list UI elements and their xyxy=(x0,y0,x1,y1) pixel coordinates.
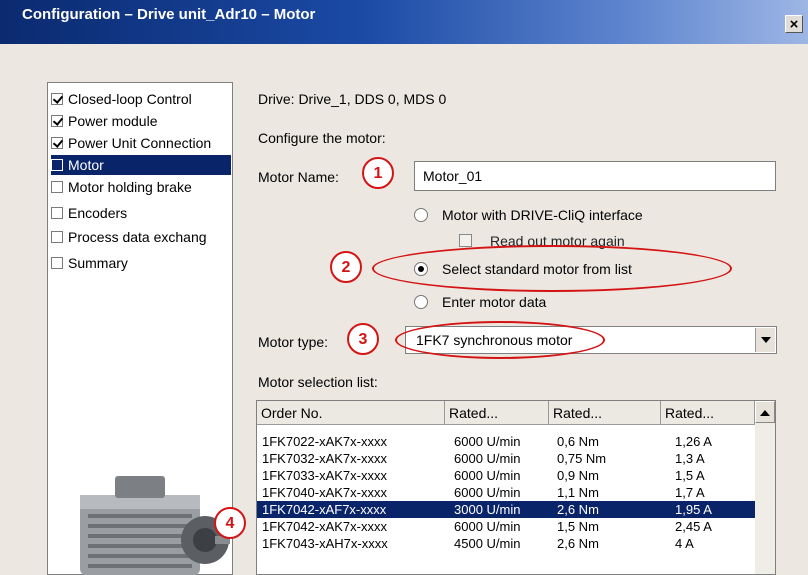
cell-torque: 1,5 Nm xyxy=(557,519,599,534)
close-button[interactable]: × xyxy=(785,15,803,33)
checkbox-icon xyxy=(51,257,63,269)
nav-item-power-module[interactable]: Power module xyxy=(51,111,231,131)
table-row-selected[interactable]: 1FK7042-xAF7x-xxxx 3000 U/min 2,6 Nm 1,95 A xyxy=(257,501,755,518)
chevron-down-icon[interactable] xyxy=(755,328,775,352)
nav-item-closed-loop-control[interactable]: Closed-loop Control xyxy=(51,89,231,109)
table-row[interactable]: 1FK7033-xAK7x-xxxx 6000 U/min 0,9 Nm 1,5 A xyxy=(257,467,755,484)
table-header: Order No. Rated... Rated... Rated... xyxy=(257,401,755,425)
cell-torque: 2,6 Nm xyxy=(557,536,599,551)
table-row[interactable]: 1FK7032-xAK7x-xxxx 6000 U/min 0,75 Nm 1,3 A xyxy=(257,450,755,467)
annotation-marker-2: 2 xyxy=(330,251,362,283)
cell-speed: 4500 U/min xyxy=(454,536,521,551)
radio-enter-motor-data-label: Enter motor data xyxy=(442,294,547,310)
cell-speed: 6000 U/min xyxy=(454,451,521,466)
cell-order-no: 1FK7042-xAK7x-xxxx xyxy=(262,519,387,534)
cell-order-no: 1FK7022-xAK7x-xxxx xyxy=(262,434,387,449)
nav-item-power-unit-connection[interactable]: Power Unit Connection xyxy=(51,133,231,153)
cell-torque: 0,9 Nm xyxy=(557,468,599,483)
cell-order-no: 1FK7032-xAK7x-xxxx xyxy=(262,451,387,466)
motor-selection-table[interactable]: Order No. Rated... Rated... Rated... 1FK… xyxy=(256,400,776,575)
cell-speed: 6000 U/min xyxy=(454,434,521,449)
cell-speed: 6000 U/min xyxy=(454,468,521,483)
drive-info: Drive: Drive_1, DDS 0, MDS 0 xyxy=(258,91,447,107)
annotation-marker-3: 3 xyxy=(347,323,379,355)
table-row[interactable]: 1FK7040-xAK7x-xxxx 6000 U/min 1,1 Nm 1,7 A xyxy=(257,484,755,501)
checkbox-icon xyxy=(51,93,63,105)
cell-current: 1,7 A xyxy=(675,485,705,500)
column-header-order-no[interactable]: Order No. xyxy=(257,401,445,425)
nav-item-summary[interactable]: Summary xyxy=(51,253,231,273)
table-row[interactable]: 1FK7022-xAK7x-xxxx 6000 U/min 0,6 Nm 1,26 A xyxy=(257,433,755,450)
annotation-marker-4: 4 xyxy=(214,507,246,539)
configure-label: Configure the motor: xyxy=(258,130,386,146)
radio-drivecliq-label: Motor with DRIVE-CliQ interface xyxy=(442,207,643,223)
cell-current: 4 A xyxy=(675,536,694,551)
checkbox-icon xyxy=(51,207,63,219)
column-header-rated-torque[interactable]: Rated... xyxy=(549,401,661,425)
annotation-marker-1: 1 xyxy=(362,157,394,189)
nav-item-label: Closed-loop Control xyxy=(68,91,192,107)
nav-item-label: Process data exchang xyxy=(68,229,207,245)
nav-item-label: Power Unit Connection xyxy=(68,135,212,151)
nav-item-label: Motor xyxy=(68,157,104,173)
selection-list-label: Motor selection list: xyxy=(258,374,378,390)
scroll-up-icon[interactable] xyxy=(755,401,775,423)
cell-torque: 0,6 Nm xyxy=(557,434,599,449)
column-header-rated-speed[interactable]: Rated... xyxy=(445,401,549,425)
motor-type-label: Motor type: xyxy=(258,334,329,350)
window-title: Configuration – Drive unit_Adr10 – Motor xyxy=(22,6,316,23)
motor-name-label: Motor Name: xyxy=(258,169,339,185)
cell-speed: 6000 U/min xyxy=(454,485,521,500)
cell-speed: 6000 U/min xyxy=(454,519,521,534)
motor-image xyxy=(80,476,230,575)
nav-item-label: Encoders xyxy=(68,205,128,221)
checkbox-icon xyxy=(51,137,63,149)
radio-enter-motor-data[interactable] xyxy=(414,295,428,309)
motor-name-input[interactable]: Motor_01 xyxy=(414,161,776,191)
cell-order-no: 1FK7043-xAH7x-xxxx xyxy=(262,536,388,551)
cell-speed: 3000 U/min xyxy=(454,502,521,517)
column-header-rated-current[interactable]: Rated... xyxy=(661,401,755,425)
nav-item-label: Power module xyxy=(68,113,158,129)
table-row[interactable]: 1FK7043-xAH7x-xxxx 4500 U/min 2,6 Nm 4 A xyxy=(257,535,755,552)
highlight-oval-standard-motor xyxy=(372,245,732,292)
nav-item-encoders[interactable]: Encoders xyxy=(51,203,231,223)
cell-order-no: 1FK7033-xAK7x-xxxx xyxy=(262,468,387,483)
cell-current: 2,45 A xyxy=(675,519,712,534)
highlight-oval-motor-type xyxy=(395,321,605,359)
cell-order-no: 1FK7040-xAK7x-xxxx xyxy=(262,485,387,500)
cell-torque: 2,6 Nm xyxy=(557,502,599,517)
table-row[interactable]: 1FK7042-xAK7x-xxxx 6000 U/min 1,5 Nm 2,45 A xyxy=(257,518,755,535)
checkbox-icon xyxy=(51,231,63,243)
cell-current: 1,3 A xyxy=(675,451,705,466)
cell-torque: 0,75 Nm xyxy=(557,451,607,466)
cell-current: 1,95 A xyxy=(675,502,712,517)
cell-current: 1,5 A xyxy=(675,468,705,483)
checkbox-icon xyxy=(51,159,63,171)
nav-item-motor[interactable]: Motor xyxy=(51,155,231,175)
nav-item-label: Motor holding brake xyxy=(68,179,192,195)
checkbox-icon xyxy=(51,181,63,193)
checkbox-icon xyxy=(51,115,63,127)
readout-checkbox xyxy=(459,234,472,247)
vertical-scrollbar[interactable] xyxy=(755,401,775,574)
nav-item-process-data-exchange[interactable]: Process data exchang xyxy=(51,227,231,247)
title-bar: Configuration – Drive unit_Adr10 – Motor… xyxy=(0,0,808,44)
cell-torque: 1,1 Nm xyxy=(557,485,599,500)
radio-drivecliq[interactable] xyxy=(414,208,428,222)
cell-current: 1,26 A xyxy=(675,434,712,449)
nav-item-motor-holding-brake[interactable]: Motor holding brake xyxy=(51,177,231,197)
nav-item-label: Summary xyxy=(68,255,128,271)
cell-order-no: 1FK7042-xAF7x-xxxx xyxy=(262,502,387,517)
